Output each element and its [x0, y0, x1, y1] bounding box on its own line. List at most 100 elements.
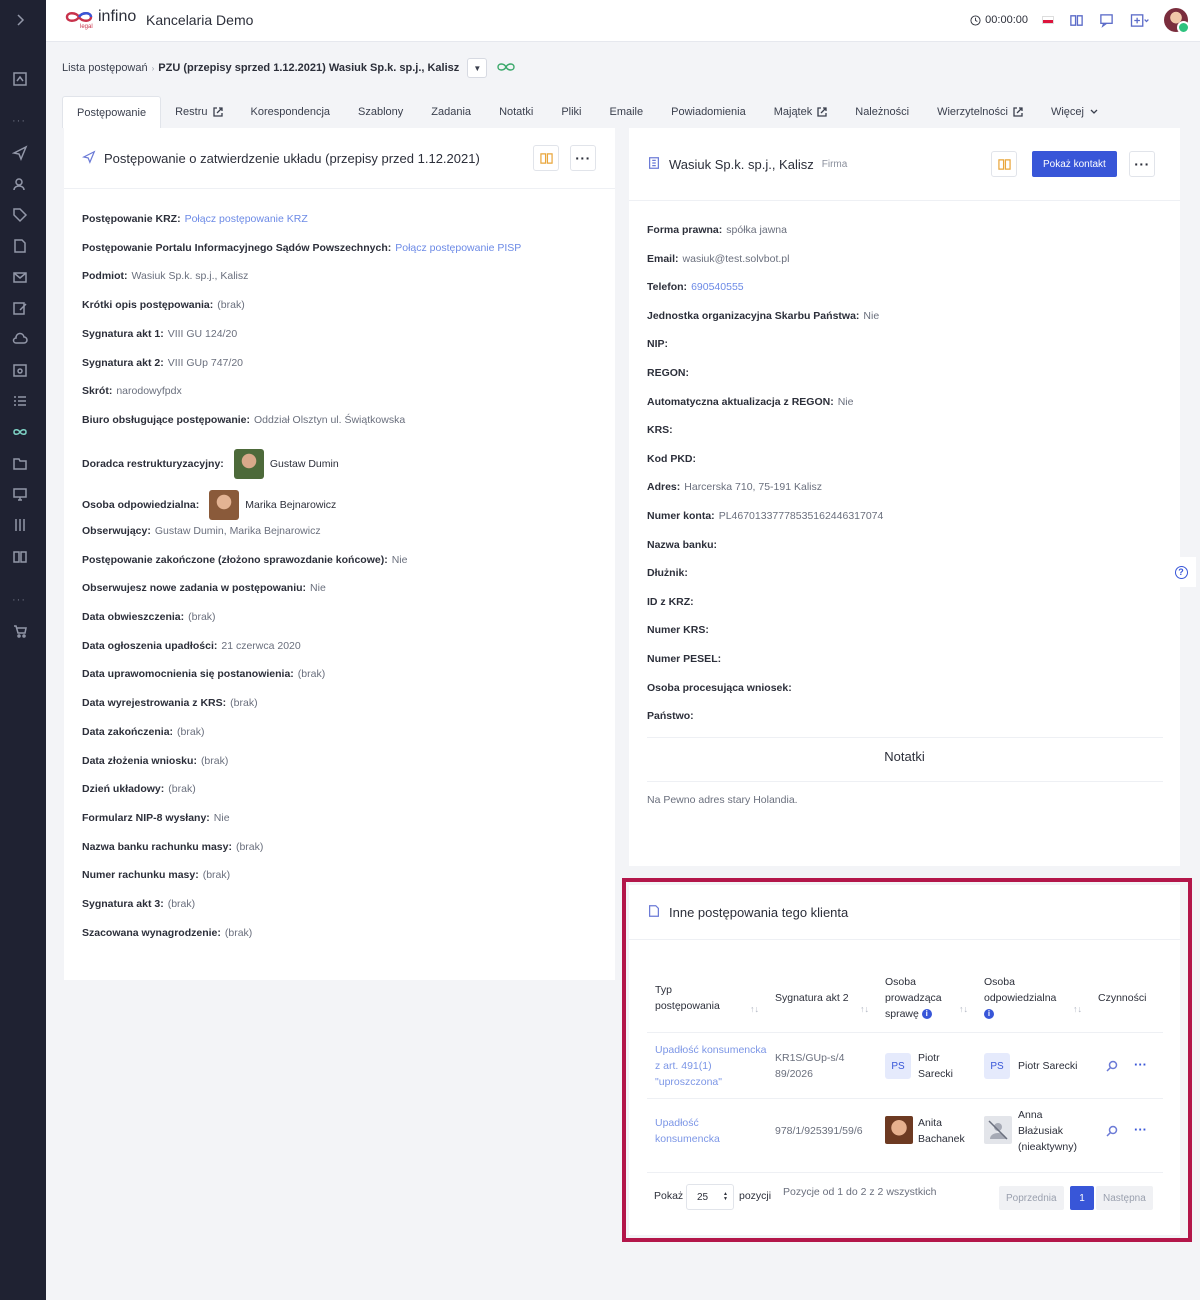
tag-icon[interactable] — [11, 206, 29, 224]
tab-powiadomienia[interactable]: Powiadomienia — [657, 96, 760, 128]
case-book-button[interactable] — [533, 145, 559, 171]
help-button[interactable]: ? — [1166, 557, 1196, 587]
infino-logo[interactable]: infino legal — [62, 8, 136, 30]
tab-wierzytelnosci[interactable]: Wierzytelności — [923, 96, 1037, 128]
building-icon — [647, 156, 661, 173]
field-row: Telefon: 690540555 — [647, 281, 744, 293]
send-icon[interactable] — [11, 144, 29, 162]
client-name: Wasiuk Sp.k. sp.j., Kalisz — [669, 156, 814, 172]
field-label: Doradca restrukturyzacyjny: — [82, 457, 224, 470]
field-value: spółka jawna — [726, 224, 787, 236]
tab-label: Emaile — [609, 106, 644, 118]
field-row: Postępowanie Portalu Informacyjnego Sądó… — [82, 242, 521, 254]
dashboard-icon[interactable] — [11, 70, 29, 88]
field-row: Sygnatura akt 1: VIII GU 124/20 — [82, 328, 237, 340]
field-label: Nazwa banku rachunku masy: — [82, 840, 232, 853]
chevron-down-icon[interactable]: ▼ — [467, 58, 488, 78]
tab-notatki[interactable]: Notatki — [485, 96, 547, 128]
field-row: Numer rachunku masy: (brak) — [82, 869, 230, 881]
case-more-button[interactable]: ··· — [570, 145, 596, 171]
field-value: (brak) — [230, 697, 258, 710]
field-label: Automatyczna aktualizacja z REGON: — [647, 395, 834, 408]
tab-naleznosci[interactable]: Należności — [841, 96, 923, 128]
cases-infinity-icon[interactable] — [11, 423, 29, 441]
users-icon[interactable] — [11, 175, 29, 193]
field-value: (brak) — [200, 754, 229, 767]
add-menu-icon[interactable] — [1128, 12, 1150, 28]
field-label: Obserwujesz nowe zadania w postępowaniu: — [82, 582, 307, 595]
book-icon — [539, 152, 553, 164]
field-value: Gustaw Dumin, Marika Bejnarowicz — [154, 524, 321, 537]
field-row: Data uprawomocnienia się postanowienia:(… — [82, 668, 325, 680]
connect-krz-link[interactable]: Połącz postępowanie KRZ — [185, 213, 308, 225]
edit-icon[interactable] — [11, 299, 29, 317]
field-label: Postępowanie KRZ: — [82, 213, 181, 225]
cart-icon[interactable] — [11, 622, 29, 640]
breadcrumb-separator-icon: › — [151, 63, 155, 73]
timer[interactable]: 00:00:00 — [970, 14, 1028, 26]
field-row: Numer PESEL: — [647, 653, 725, 665]
tab-label: Wierzytelności — [937, 106, 1008, 118]
book-icon[interactable] — [11, 548, 29, 566]
field-label: Sygnatura akt 3: — [82, 898, 164, 910]
tab-emaile[interactable]: Emaile — [595, 96, 657, 128]
archive-icon[interactable] — [11, 361, 29, 379]
field-row: Krótki opis postępowania: (brak) — [82, 299, 245, 311]
field-label: Sygnatura akt 1: — [82, 327, 164, 340]
field-value: Nie — [213, 811, 230, 824]
chat-icon[interactable] — [1098, 12, 1114, 28]
field-row: Szacowana wynagrodzenie: (brak) — [82, 927, 252, 939]
field-row: Data wyrejestrowania z KRS: (brak) — [82, 697, 258, 709]
tab-wiecej[interactable]: Więcej — [1037, 96, 1113, 128]
client-book-button[interactable] — [991, 151, 1017, 177]
field-value: (brak) — [177, 725, 205, 738]
tab-label: Szablony — [358, 106, 404, 118]
field-label: Skrót: — [82, 385, 113, 398]
tab-korespondencja[interactable]: Korespondencja — [237, 96, 345, 128]
field-label: Adres: — [647, 481, 681, 494]
field-label: Szacowana wynagrodzenie: — [82, 926, 221, 939]
tab-label: Należności — [855, 106, 910, 118]
tab-restru[interactable]: Restru — [161, 96, 236, 128]
user-avatar[interactable] — [1164, 8, 1190, 34]
tab-pliki[interactable]: Pliki — [547, 96, 595, 128]
infinity-link-icon[interactable] — [495, 61, 517, 76]
field-row: Sygnatura akt 3: (brak) — [82, 898, 195, 910]
connect-pisp-link[interactable]: Połącz postępowanie PISP — [395, 242, 521, 254]
cloud-icon[interactable] — [11, 330, 29, 348]
field-row: Państwo: — [647, 710, 698, 722]
case-details-card: Postępowanie o zatwierdzenie układu (prz… — [64, 128, 615, 980]
field-label: Obserwujący: — [82, 524, 151, 537]
book-icon[interactable] — [1068, 12, 1084, 28]
field-label: Numer konta: — [647, 510, 715, 522]
field-value: VIII GU 124/20 — [167, 327, 238, 340]
language-flag-icon[interactable] — [1042, 16, 1054, 24]
breadcrumb-root-link[interactable]: Lista postępowań — [62, 62, 148, 74]
external-link-icon — [212, 107, 223, 117]
field-row: Nazwa banku rachunku masy: (brak) — [82, 841, 263, 853]
expand-sidebar-icon[interactable] — [11, 11, 29, 29]
tab-label: Postępowanie — [77, 106, 147, 119]
client-more-button[interactable]: ··· — [1129, 151, 1155, 177]
show-contact-button[interactable]: Pokaż kontakt — [1032, 151, 1117, 177]
tab-majatek[interactable]: Majątek — [760, 96, 842, 128]
external-link-icon — [817, 107, 827, 117]
monitor-icon[interactable] — [11, 485, 29, 503]
mail-icon[interactable] — [11, 268, 29, 286]
field-label: Forma prawna: — [647, 224, 723, 236]
field-label: Data ogłoszenia upadłości: — [82, 639, 218, 652]
tab-label: Zadania — [431, 106, 472, 118]
tasks-icon[interactable] — [11, 392, 29, 410]
field-row: Osoba procesująca wniosek: — [647, 682, 796, 694]
phone-link[interactable]: 690540555 — [691, 281, 744, 293]
field-label: Postępowanie Portalu Informacyjnego Sądó… — [82, 241, 392, 254]
tab-postepowanie[interactable]: Postępowanie — [62, 96, 162, 128]
settings-sliders-icon[interactable] — [11, 516, 29, 534]
field-value: (brak) — [202, 869, 231, 882]
folder-icon[interactable] — [11, 454, 29, 472]
tab-szablony[interactable]: Szablony — [344, 96, 417, 128]
tab-label: Więcej — [1050, 106, 1084, 118]
field-label: Dłużnik: — [647, 567, 688, 580]
tab-zadania[interactable]: Zadania — [417, 96, 485, 128]
document-icon[interactable] — [11, 237, 29, 255]
